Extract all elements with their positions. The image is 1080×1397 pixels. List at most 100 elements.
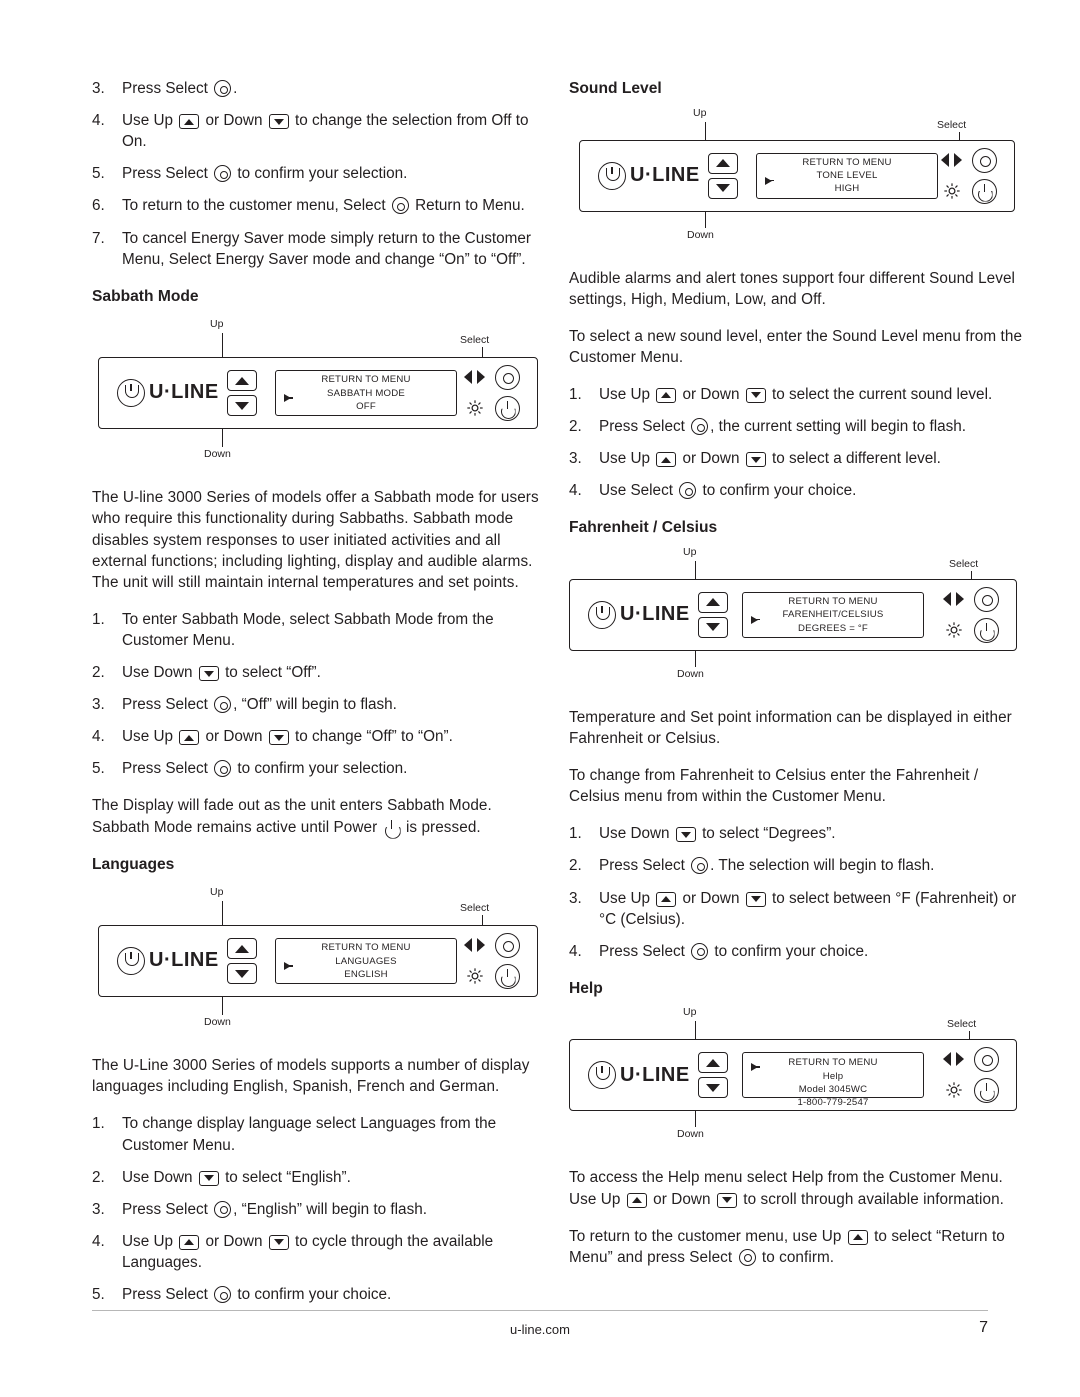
lcd-display: RETURN TO MENU TONE LEVEL HIGH — [756, 152, 938, 199]
select-icon — [214, 760, 232, 778]
up-icon — [656, 891, 677, 907]
callout-select-label: Select — [937, 118, 967, 131]
arrow-buttons — [708, 152, 738, 199]
select-button-icon[interactable] — [972, 147, 997, 173]
down-icon — [745, 387, 766, 403]
sabbath-steps-list: 1. To enter Sabbath Mode, select Sabbath… — [92, 609, 547, 780]
up-button-icon[interactable] — [698, 1052, 728, 1074]
power-button-icon[interactable] — [972, 178, 997, 204]
list-item: 3. Press Select . — [92, 78, 547, 99]
light-glyph — [467, 400, 483, 416]
up-icon — [179, 730, 200, 746]
light-icon[interactable] — [940, 618, 968, 642]
step-text-after: . The selection will begin to flash. — [710, 857, 935, 875]
sound-icon[interactable] — [940, 1047, 968, 1071]
select-icon — [691, 942, 709, 960]
power-icon — [384, 819, 400, 836]
step-text-after: to change “Off” to “On”. — [294, 728, 453, 746]
lcd-line-4: 1-800-779-2547 — [797, 1097, 869, 1109]
step-text-after: . — [233, 80, 238, 97]
select-icon — [738, 1248, 756, 1266]
sound-icon[interactable] — [940, 587, 968, 611]
lcd-line-3: ENGLISH — [344, 968, 388, 980]
up-button-icon[interactable] — [708, 152, 738, 174]
down-button-icon[interactable] — [698, 616, 728, 638]
step-text: To cancel Energy Saver mode simply retur… — [122, 229, 531, 268]
up-button-icon[interactable] — [227, 370, 257, 392]
sound-icon[interactable] — [461, 365, 489, 389]
step-number: 2. — [569, 857, 582, 875]
power-button-icon[interactable] — [974, 1078, 999, 1104]
list-item: 5. Press Select to confirm your selectio… — [92, 163, 547, 184]
uline-badge-icon — [588, 1061, 616, 1090]
list-item: 5. Press Select to confirm your choice. — [92, 1284, 547, 1305]
uline-logo: U·LINE — [598, 161, 700, 190]
list-item: 3. Press Select , “Off” will begin to fl… — [92, 694, 547, 715]
power-button-icon[interactable] — [495, 964, 520, 990]
select-button-icon[interactable] — [495, 933, 520, 959]
uline-logo-text: U·LINE — [620, 1063, 690, 1086]
list-item: 2. Use Down to select “Off”. — [92, 662, 547, 683]
select-button-icon[interactable] — [974, 586, 999, 612]
callout-select-label: Select — [949, 557, 979, 570]
light-icon[interactable] — [938, 179, 966, 203]
step-text: Use Up — [122, 1232, 174, 1250]
down-icon — [675, 827, 696, 843]
power-button-icon[interactable] — [974, 617, 999, 643]
select-icon — [214, 1286, 232, 1304]
panel-buttons — [940, 586, 1002, 643]
sabbath-closing-paragraph: The Display will fade out as the unit en… — [92, 795, 547, 837]
light-icon[interactable] — [461, 396, 489, 420]
step-text: Use Up — [599, 450, 651, 468]
list-item: 4. Use Up or Down to change the selectio… — [92, 110, 547, 152]
list-item: 4. Use Up or Down to cycle through the a… — [92, 1231, 547, 1273]
select-icon — [691, 418, 709, 436]
uline-badge-icon — [598, 161, 626, 190]
lcd-line-2: LANGUAGES — [335, 955, 397, 967]
lcd-cursor-arrow-icon — [751, 1063, 758, 1072]
step-text: To change display language select Langua… — [122, 1115, 497, 1154]
list-item: 1. Use Up or Down to select the current … — [569, 384, 1024, 405]
uline-logo: U·LINE — [117, 947, 219, 976]
lcd-display: RETURN TO MENU LANGUAGES ENGLISH — [275, 938, 457, 985]
power-button-icon[interactable] — [495, 396, 520, 422]
down-button-icon[interactable] — [227, 963, 257, 985]
up-button-icon[interactable] — [698, 591, 728, 613]
down-button-icon[interactable] — [698, 1077, 728, 1099]
step-text-mid: or Down — [205, 728, 263, 746]
uline-logo-text: U·LINE — [630, 163, 700, 186]
sound-icon[interactable] — [938, 148, 966, 172]
top-steps-list: 3. Press Select . 4. Use Up or Down to c… — [92, 78, 547, 270]
up-icon — [656, 452, 677, 468]
step-number: 7. — [92, 229, 105, 247]
light-icon[interactable] — [461, 964, 489, 988]
lcd-line-2: Help — [822, 1070, 844, 1082]
sound-icon[interactable] — [461, 933, 489, 957]
step-text-after: , “Off” will begin to flash. — [233, 696, 397, 714]
light-icon[interactable] — [940, 1078, 968, 1102]
control-panel: U·LINE RETURN TO MENU LANGUAGES ENGLISH — [98, 925, 538, 998]
uline-logo-text: U·LINE — [149, 381, 219, 404]
sound-paragraph-1: Audible alarms and alert tones support f… — [569, 269, 1016, 308]
list-item: 2. Press Select . The selection will beg… — [569, 855, 1024, 876]
section-heading-languages: Languages — [92, 855, 175, 873]
sound-steps-list: 1. Use Up or Down to select the current … — [569, 384, 1024, 501]
down-button-icon[interactable] — [227, 395, 257, 417]
up-icon — [626, 1192, 647, 1208]
down-button-icon[interactable] — [708, 177, 738, 199]
step-text-after: to select a different level. — [771, 450, 941, 468]
up-button-icon[interactable] — [227, 938, 257, 960]
callout-up-label: Up — [683, 1006, 697, 1019]
step-text: Press Select — [122, 165, 208, 183]
callout-up-label: Up — [683, 545, 697, 558]
select-button-icon[interactable] — [495, 365, 520, 391]
uline-logo-text: U·LINE — [149, 949, 219, 972]
help-text-c: to scroll through available information. — [743, 1190, 1004, 1208]
step-text-after: to cycle through the available Languages… — [122, 1232, 494, 1271]
list-item: 4. Press Select to confirm your choice. — [569, 941, 1024, 962]
select-button-icon[interactable] — [974, 1047, 999, 1073]
step-text: Press Select — [122, 760, 208, 778]
section-heading-sound-level: Sound Level — [569, 80, 662, 97]
step-text: Use Up — [599, 889, 651, 907]
lcd-cursor-arrow-icon — [751, 615, 758, 624]
